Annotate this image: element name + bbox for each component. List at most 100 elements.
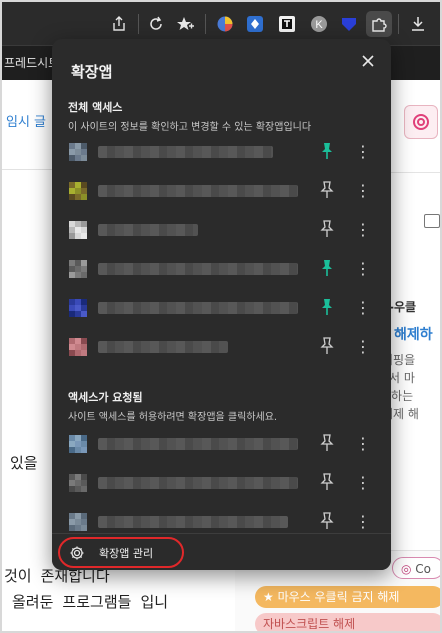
extension-icon-shield[interactable]	[337, 12, 361, 36]
extensions-puzzle-icon[interactable]	[366, 11, 392, 37]
popup-title: 확장앱	[71, 63, 113, 81]
reload-icon[interactable]	[144, 12, 168, 36]
more-options-button[interactable]: ⋮	[354, 472, 372, 494]
favorites-icon[interactable]	[174, 12, 198, 36]
pin-toggle-button[interactable]	[318, 433, 336, 453]
tab-title[interactable]: 프레드시트	[4, 54, 59, 71]
full-access-extension-row[interactable]: ⋮	[52, 172, 391, 210]
gear-icon	[70, 546, 84, 559]
unpinned-icon	[320, 181, 334, 198]
extension-icon-2[interactable]	[243, 12, 267, 36]
close-icon	[362, 55, 374, 67]
right-divider	[390, 172, 440, 173]
full-access-extension-row[interactable]: ⋮	[52, 289, 391, 327]
pin-toggle-button[interactable]	[318, 336, 336, 356]
more-vert-icon: ⋮	[355, 142, 371, 161]
requested-extension-row[interactable]: ⋮	[52, 464, 391, 502]
tag-pill-mouse-rightclick[interactable]: ★ 마우스 우클릭 금지 해제	[255, 586, 440, 608]
share-icon[interactable]	[107, 12, 131, 36]
toolbar-separator	[205, 14, 206, 34]
more-options-button[interactable]: ⋮	[354, 141, 372, 163]
section-requested-heading: 액세스가 요청됨	[68, 391, 143, 404]
extension-icon	[69, 182, 87, 200]
manage-extensions-button[interactable]: 확장앱 관리	[58, 537, 184, 568]
right-badge[interactable]	[404, 105, 438, 139]
extension-icon-3[interactable]	[275, 12, 299, 36]
extensions-popup: 확장앱 전체 액세스 이 사이트의 정보를 확인하고 변경할 수 있는 확장앱입…	[52, 39, 391, 570]
section-full-access-heading: 전체 액세스	[68, 101, 123, 114]
close-button[interactable]	[356, 49, 380, 73]
pin-toggle-button[interactable]	[318, 472, 336, 492]
toolbar-separator	[398, 14, 399, 34]
extension-icon	[69, 474, 87, 492]
extension-icon	[69, 435, 87, 453]
extension-icon-1[interactable]	[213, 12, 237, 36]
more-options-button[interactable]: ⋮	[354, 433, 372, 455]
tag-pill-javascript[interactable]: 자바스크립트 해제	[255, 613, 440, 631]
extension-name-blurred	[98, 302, 298, 314]
extension-name-blurred	[98, 438, 298, 450]
body-text-line-1: 있을	[10, 454, 38, 472]
more-vert-icon: ⋮	[355, 434, 371, 453]
unpinned-icon	[320, 337, 334, 354]
right-text-2: 해제하	[394, 327, 433, 343]
extension-name-blurred	[98, 224, 198, 236]
pin-toggle-button[interactable]	[318, 511, 336, 531]
toolbar-separator	[138, 14, 139, 34]
more-options-button[interactable]: ⋮	[354, 511, 372, 533]
more-options-button[interactable]: ⋮	[354, 297, 372, 319]
extension-name-blurred	[98, 477, 298, 489]
unpinned-icon	[320, 512, 334, 529]
pinned-icon	[322, 260, 332, 276]
requested-extension-row[interactable]: ⋮	[52, 425, 391, 463]
full-access-extension-row[interactable]: ⋮	[52, 211, 391, 249]
pin-toggle-button[interactable]	[318, 180, 336, 200]
more-options-button[interactable]: ⋮	[354, 336, 372, 358]
pinned-icon	[322, 299, 332, 315]
tag-pill-co-label: Co	[415, 562, 432, 576]
camera-icon[interactable]	[424, 214, 440, 228]
pin-toggle-button[interactable]	[318, 297, 336, 317]
unpinned-icon	[320, 434, 334, 451]
unpinned-icon	[320, 220, 334, 237]
more-vert-icon: ⋮	[355, 181, 371, 200]
more-vert-icon: ⋮	[355, 512, 371, 531]
svg-text:K: K	[315, 19, 323, 31]
more-vert-icon: ⋮	[355, 220, 371, 239]
extension-name-blurred	[98, 263, 298, 275]
popup-footer: 확장앱 관리	[52, 533, 391, 570]
more-vert-icon: ⋮	[355, 473, 371, 492]
more-vert-icon: ⋮	[355, 298, 371, 317]
extension-icon	[69, 143, 87, 161]
more-vert-icon: ⋮	[355, 337, 371, 356]
profile-k-icon[interactable]: K	[307, 12, 331, 36]
header-link-text[interactable]: 임시 글	[6, 111, 46, 130]
full-access-extension-row[interactable]: ⋮	[52, 133, 391, 171]
extension-icon	[69, 513, 87, 531]
extension-name-blurred	[98, 185, 298, 197]
extension-name-blurred	[98, 146, 273, 158]
more-options-button[interactable]: ⋮	[354, 180, 372, 202]
body-text-line-3: 올려둔 프로그램들 입니	[12, 593, 169, 611]
full-access-extension-row[interactable]: ⋮	[52, 250, 391, 288]
extension-name-blurred	[98, 341, 228, 353]
extension-icon	[69, 338, 87, 356]
extension-icon	[69, 299, 87, 317]
section-full-access-description: 이 사이트의 정보를 확인하고 변경할 수 있는 확장앱입니다	[68, 122, 312, 133]
tag-pill-co[interactable]: ◎ Co	[392, 557, 440, 579]
full-access-extension-row[interactable]: ⋮	[52, 328, 391, 366]
pinned-icon	[322, 143, 332, 159]
section-requested-description: 사이트 액세스를 허용하려면 확장앱을 클릭하세요.	[68, 412, 278, 423]
pin-toggle-button[interactable]	[318, 141, 336, 161]
pin-toggle-button[interactable]	[318, 219, 336, 239]
browser-window: K 프레드시트 임시 글 있을 것이 존재합니다 올려둔 프로그램들 입니 스-…	[0, 0, 442, 633]
more-vert-icon: ⋮	[355, 259, 371, 278]
extension-name-blurred	[98, 516, 288, 528]
more-options-button[interactable]: ⋮	[354, 258, 372, 280]
extension-icon	[69, 221, 87, 239]
more-options-button[interactable]: ⋮	[354, 219, 372, 241]
download-icon[interactable]	[406, 12, 430, 36]
pin-toggle-button[interactable]	[318, 258, 336, 278]
manage-extensions-label: 확장앱 관리	[99, 546, 154, 560]
extension-icon	[69, 260, 87, 278]
